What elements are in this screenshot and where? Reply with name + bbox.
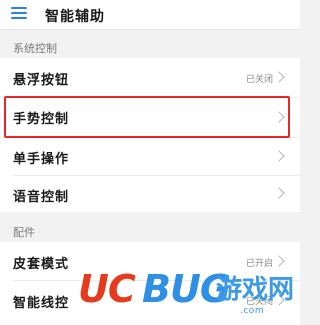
page-title: 智能辅助 — [45, 9, 105, 25]
row-label: 悬浮按钮 — [13, 73, 70, 88]
one-handed-mode-row[interactable]: 单手操作 — [0, 138, 300, 175]
chevron-right-icon — [273, 71, 285, 83]
section-label-accessories: 配件 — [13, 226, 35, 239]
section-label-system-control: 系统控制 — [13, 42, 57, 55]
chevron-right-icon — [273, 187, 285, 199]
watermark-cn: 游戏网 — [216, 275, 295, 305]
chevron-right-icon — [273, 150, 285, 162]
site-watermark-logo: UC BUG 游戏网 .com — [78, 265, 300, 323]
row-label: 皮套模式 — [13, 257, 70, 272]
top-bar: 智能辅助 — [0, 0, 300, 30]
watermark-uc: UC — [78, 267, 136, 311]
menu-icon[interactable] — [11, 7, 27, 20]
row-label: 语音控制 — [13, 190, 70, 205]
row-label: 单手操作 — [13, 152, 70, 167]
status-text: 已关闭 — [245, 75, 273, 85]
voice-control-row[interactable]: 语音控制 — [0, 176, 300, 212]
watermark-url: .com — [240, 306, 265, 316]
highlight-annotation-box — [4, 96, 290, 138]
row-label: 智能线控 — [13, 296, 70, 311]
floating-button-row[interactable]: 悬浮按钮 已关闭 — [0, 58, 300, 97]
